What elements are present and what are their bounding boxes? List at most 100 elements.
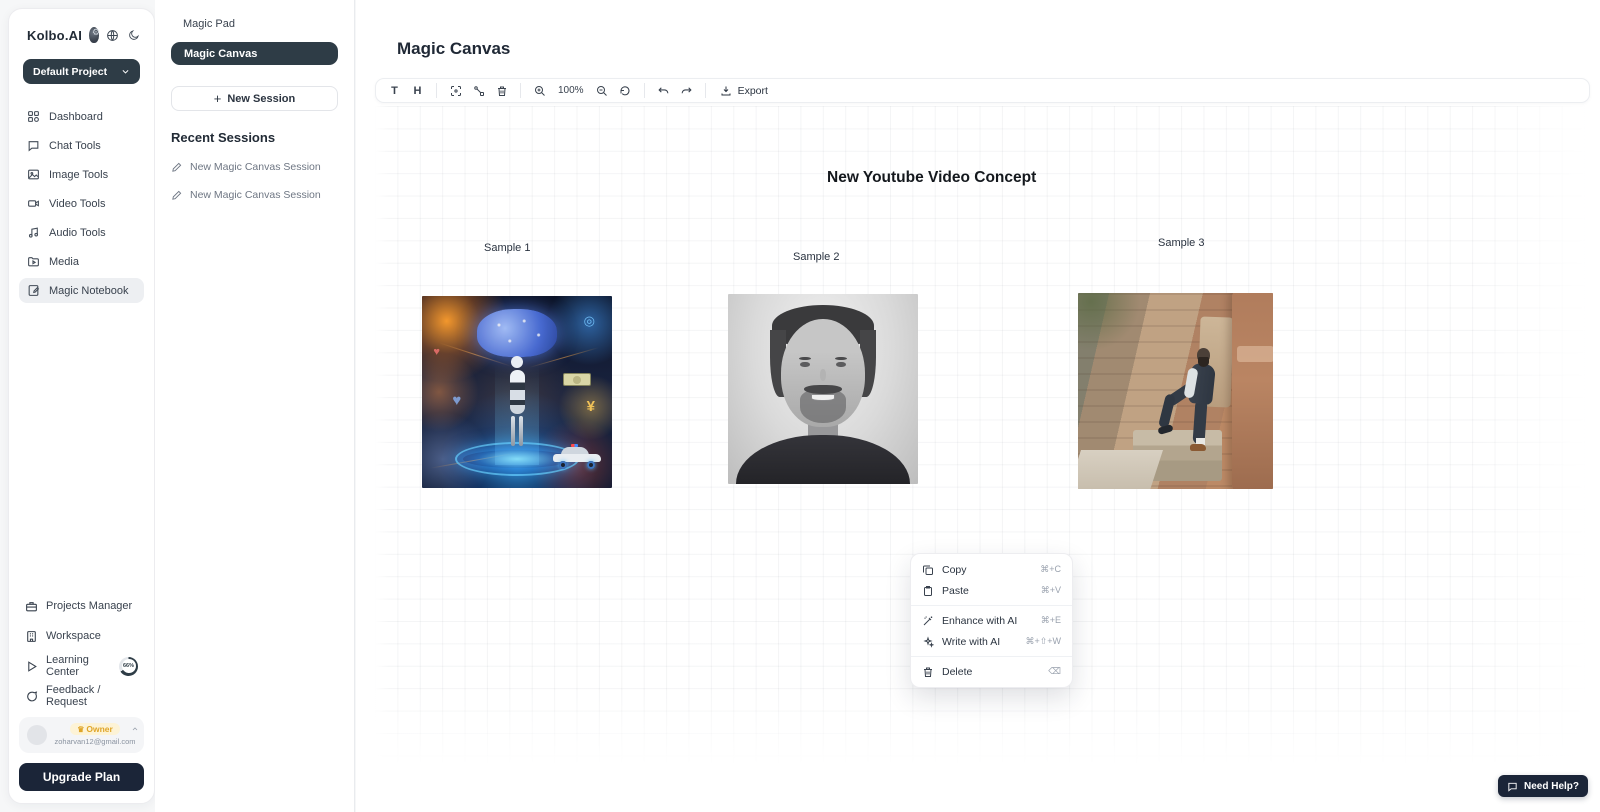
- copy-icon: [922, 564, 934, 576]
- heading-tool-button[interactable]: H: [407, 81, 428, 100]
- export-button[interactable]: Export: [714, 85, 774, 97]
- sample-2-label[interactable]: Sample 2: [793, 251, 839, 263]
- zoom-out-button[interactable]: [592, 81, 613, 100]
- context-menu-divider: [911, 656, 1072, 657]
- context-menu-item-copy[interactable]: Copy ⌘+C: [911, 559, 1072, 580]
- dashboard-icon: [27, 110, 40, 123]
- undo-button[interactable]: [653, 81, 674, 100]
- project-selector[interactable]: Default Project: [23, 59, 140, 84]
- neural-brain-shape: [477, 309, 557, 357]
- plus-icon: +: [214, 91, 222, 106]
- sidebar-item-label: Image Tools: [49, 169, 108, 181]
- select-area-button[interactable]: [445, 81, 466, 100]
- user-email: zoharvan12@gmail.com: [55, 737, 136, 746]
- context-menu-item-enhance-with-ai[interactable]: Enhance with AI ⌘+E: [911, 610, 1072, 631]
- sample-image-ai-collage[interactable]: ♥ ♥ ¥ ◎: [422, 296, 612, 488]
- music-note-icon: [27, 226, 40, 239]
- sidebar-item-label: Feedback / Request: [46, 684, 138, 708]
- sidebar-item-learning-center[interactable]: Learning Center 66%: [19, 655, 144, 677]
- magic-wand-icon: [922, 615, 934, 627]
- robot-shape: [508, 356, 526, 452]
- reset-view-button[interactable]: [615, 81, 636, 100]
- project-selector-label: Default Project: [33, 66, 107, 78]
- sidebar-nav: Dashboard Chat Tools Image Tools Video T…: [19, 104, 144, 303]
- context-menu-item-write-with-ai[interactable]: Write with AI ⌘+⇧+W: [911, 631, 1072, 652]
- user-account-card[interactable]: ♛ Owner zoharvan12@gmail.com: [19, 717, 144, 753]
- export-label: Export: [738, 85, 768, 97]
- sidebar-item-label: Magic Notebook: [49, 285, 129, 297]
- panel-item-magic-pad[interactable]: Magic Pad: [171, 14, 338, 42]
- context-menu-item-paste[interactable]: Paste ⌘+V: [911, 580, 1072, 601]
- context-menu-label: Delete: [942, 666, 972, 678]
- learning-progress-ring: 66%: [119, 657, 138, 676]
- crown-icon: ♛: [77, 725, 84, 734]
- context-menu-label: Paste: [942, 585, 969, 597]
- sidebar-item-video-tools[interactable]: Video Tools: [19, 191, 144, 216]
- delete-tool-button[interactable]: [491, 81, 512, 100]
- magic-canvas-surface[interactable]: New Youtube Video Concept Sample 1 Sampl…: [375, 106, 1600, 766]
- context-menu: Copy ⌘+C Paste ⌘+V Enhance with AI ⌘+E W…: [910, 553, 1073, 688]
- learning-progress-value: 66%: [119, 657, 138, 676]
- page-title: Magic Canvas: [397, 39, 510, 59]
- context-menu-divider: [911, 605, 1072, 606]
- sidebar-item-projects-manager[interactable]: Projects Manager: [19, 595, 144, 617]
- shortcut-hint: ⌘+C: [1040, 564, 1061, 575]
- branch-connector-icon: [473, 85, 485, 97]
- feedback-chat-icon: [25, 690, 38, 703]
- text-tool-button[interactable]: T: [384, 81, 405, 100]
- panel-item-magic-canvas[interactable]: Magic Canvas: [171, 42, 338, 65]
- rotate-reset-icon: [619, 85, 631, 97]
- redo-button[interactable]: [676, 81, 697, 100]
- sidebar-item-label: Audio Tools: [49, 227, 106, 239]
- sidebar-item-audio-tools[interactable]: Audio Tools: [19, 220, 144, 245]
- sample-3-label[interactable]: Sample 3: [1158, 237, 1204, 249]
- image-icon: [27, 168, 40, 181]
- video-camera-icon: [27, 197, 40, 210]
- zoom-in-button[interactable]: [529, 81, 550, 100]
- toolbar-divider: [436, 83, 437, 98]
- connector-tool-button[interactable]: [468, 81, 489, 100]
- sidebar-item-media[interactable]: Media: [19, 249, 144, 274]
- sparkles-icon: [922, 636, 934, 648]
- chat-bubble-icon: [27, 139, 40, 152]
- new-session-button[interactable]: + New Session: [171, 86, 338, 111]
- zoom-in-icon: [534, 85, 546, 97]
- toolbar-divider: [705, 83, 706, 98]
- session-row[interactable]: New Magic Canvas Session: [171, 161, 338, 173]
- sidebar-item-label: Learning Center: [46, 654, 109, 678]
- shortcut-hint: ⌘+⇧+W: [1025, 636, 1061, 647]
- language-globe-icon[interactable]: [106, 29, 119, 42]
- upgrade-plan-button[interactable]: Upgrade Plan: [19, 763, 144, 791]
- help-chat-icon: [1507, 781, 1518, 792]
- sidebar-item-feedback-request[interactable]: Feedback / Request: [19, 685, 144, 707]
- dark-mode-moon-icon[interactable]: [128, 29, 140, 42]
- selection-crop-icon: [450, 85, 462, 97]
- heart-glyph: ♥: [452, 392, 461, 409]
- briefcase-icon: [25, 600, 38, 613]
- brand-logo-icon: [89, 27, 99, 43]
- money-shape: [563, 373, 591, 386]
- sidebar-item-image-tools[interactable]: Image Tools: [19, 162, 144, 187]
- recent-sessions-heading: Recent Sessions: [171, 130, 338, 145]
- sidebar-item-chat-tools[interactable]: Chat Tools: [19, 133, 144, 158]
- brand-row: Kolbo.AI: [19, 23, 144, 43]
- sidebar-item-magic-notebook[interactable]: Magic Notebook: [19, 278, 144, 303]
- shortcut-hint: ⌘+V: [1041, 585, 1061, 596]
- need-help-button[interactable]: Need Help?: [1498, 775, 1588, 797]
- sidebar-item-dashboard[interactable]: Dashboard: [19, 104, 144, 129]
- sample-image-portrait[interactable]: [728, 294, 918, 484]
- notebook-pen-icon: [27, 284, 40, 297]
- sidebar-item-workspace[interactable]: Workspace: [19, 625, 144, 647]
- context-menu-item-delete[interactable]: Delete ⌫: [911, 661, 1072, 682]
- need-help-label: Need Help?: [1524, 781, 1579, 792]
- sidebar-item-label: Workspace: [46, 630, 101, 642]
- sample-1-label[interactable]: Sample 1: [484, 242, 530, 254]
- eye-glyph: ◎: [584, 313, 595, 329]
- canvas-title-text[interactable]: New Youtube Video Concept: [827, 169, 1036, 187]
- play-icon: [25, 660, 38, 673]
- sidebar-footer-nav: Projects Manager Workspace Learning Cent…: [19, 595, 144, 707]
- sidebar-item-label: Projects Manager: [46, 600, 132, 612]
- sample-image-ruins[interactable]: [1078, 293, 1273, 489]
- yen-glyph: ¥: [587, 398, 595, 415]
- session-row[interactable]: New Magic Canvas Session: [171, 189, 338, 201]
